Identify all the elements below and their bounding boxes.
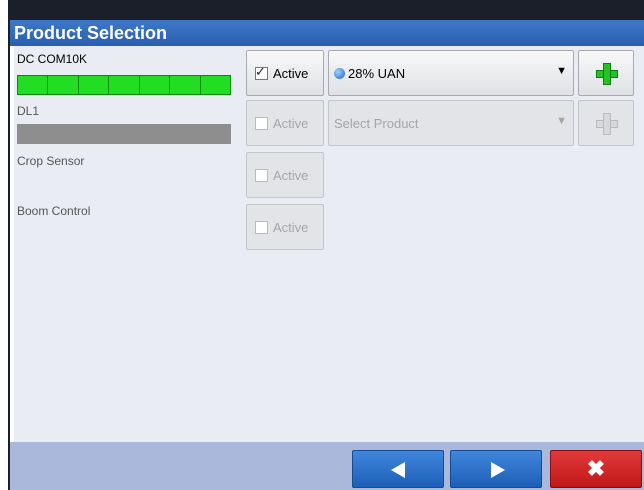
product-selection-window: Product Selection DC COM10K DL1 Crop Sen… [10,20,644,490]
close-icon: ✖ [586,456,606,481]
active-toggle-dc-com10k[interactable]: ✓ Active [246,50,324,96]
plus-icon [596,63,618,85]
active-toggle-boom-control[interactable]: Active [246,204,324,250]
caret-down-icon: ▼ [556,65,567,77]
checkbox-unchecked [255,116,268,130]
arrow-right-icon [491,462,505,478]
globe-icon [334,67,345,79]
content-area: DC COM10K DL1 Crop Sensor Boom Control ✓… [14,46,644,442]
active-toggle-crop-sensor[interactable]: Active [246,152,324,198]
selected-product: 28% UAN [348,65,406,81]
checkbox-checked: ✓ [255,64,268,80]
device-name-dc-com10k: DC COM10K [17,52,88,66]
plus-icon [596,113,618,135]
active-label: Active [273,219,309,235]
device-list: DC COM10K DL1 Crop Sensor Boom Control [14,46,246,442]
footer-bar: ✖ [10,442,644,490]
arrow-left-icon [391,462,405,478]
device-name-dl1: DL1 [17,104,40,118]
active-toggle-dl1[interactable]: Active [246,100,324,146]
next-button[interactable] [450,450,542,488]
device-status-bar-gray [17,124,231,144]
checkbox-unchecked [255,168,268,182]
app-frame: Product Selection DC COM10K DL1 Crop Sen… [8,0,644,490]
caret-down-icon: ▼ [556,115,567,127]
product-select-dl1[interactable]: Select Product ▼ [328,100,574,146]
device-name-crop-sensor: Crop Sensor [17,154,85,168]
product-select-dc-com10k[interactable]: 28% UAN ▼ [328,50,574,96]
select-product-placeholder: Select Product [334,115,419,131]
add-product-button-dl1[interactable] [578,100,634,146]
device-status-bar-green [17,75,231,95]
active-label: Active [273,115,309,131]
active-label: Active [273,167,309,183]
window-title: Product Selection [10,20,644,46]
add-product-button-dc-com10k[interactable] [578,50,634,96]
active-label: Active [273,65,309,81]
back-button[interactable] [352,450,444,488]
device-name-boom-control: Boom Control [17,204,91,218]
checkbox-unchecked [255,220,268,234]
cancel-button[interactable]: ✖ [550,450,642,488]
